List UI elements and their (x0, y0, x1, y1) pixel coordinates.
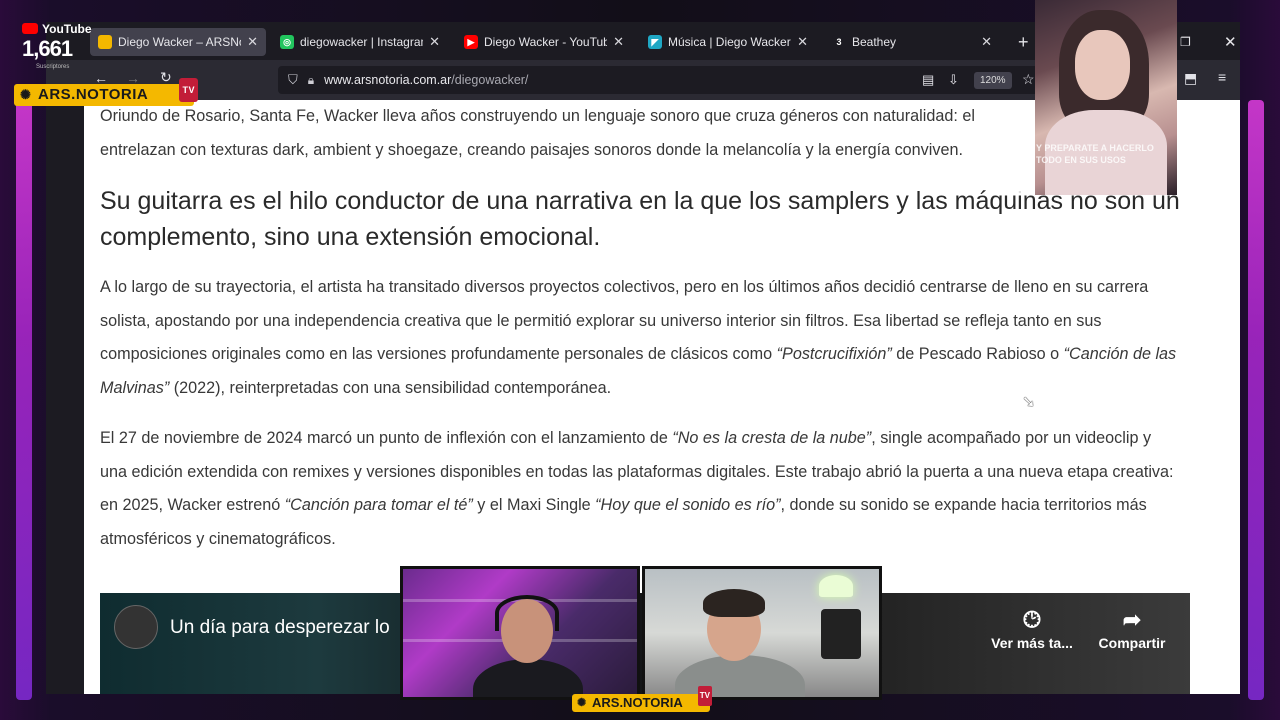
plus-icon: + (1018, 31, 1029, 52)
host-body (473, 659, 583, 697)
tab-arsnotoria[interactable]: Diego Wacker – ARSNotoria ✕ (90, 28, 266, 56)
tab-title: Música | Diego Wacker (668, 35, 791, 49)
shield-icon[interactable]: ⛉ (288, 72, 298, 88)
brand-tv: TV (697, 686, 712, 706)
song-title-te: “Canción para tomar el té” (284, 496, 473, 514)
instagram-favicon-icon: ◎ (280, 35, 294, 49)
clock-icon: 🕑︎ (1023, 607, 1041, 632)
brand-name: ARS.NOTORIA (592, 695, 683, 710)
maple-leaf-icon: ✺ (20, 87, 32, 102)
brand-name: ARS.NOTORIA (38, 86, 149, 103)
studio-monitor-speaker (821, 609, 861, 659)
youtube-favicon-icon: ▶ (464, 35, 478, 49)
url-path: /diegowacker/ (451, 73, 529, 87)
zoom-level-badge[interactable]: 120% (974, 72, 1012, 89)
tab-title: Beathey (852, 35, 897, 49)
reader-view-icon[interactable]: ▤ (922, 72, 934, 88)
close-tab-icon[interactable]: ✕ (613, 34, 624, 50)
url-text[interactable]: www.arsnotoria.com.ar/diegowacker/ (324, 73, 528, 87)
text-segment: (2022), reinterpretadas con una sensibil… (169, 378, 612, 397)
url-host: www.arsnotoria.com.ar (324, 73, 452, 87)
lamp (819, 575, 853, 597)
tab-musica[interactable]: ◤ Música | Diego Wacker ✕ (640, 28, 816, 56)
webcam-caption: Y PREPARATE A HACERLO TODO EN SUS USOS (1036, 143, 1154, 165)
close-tab-icon[interactable]: ✕ (247, 34, 258, 50)
song-title-postcrucifixion: “Postcrucifixión” (776, 345, 892, 363)
subscriber-caption: Suscriptores (36, 64, 70, 70)
tab-title: Diego Wacker - YouTube (484, 35, 608, 49)
paragraph-release: El 27 de noviembre de 2024 marcó un punt… (100, 422, 1180, 556)
tab-instagram[interactable]: ◎ diegowacker | Instagram, | ✕ (272, 28, 448, 56)
url-bar[interactable]: ⛉ 🔒︎ www.arsnotoria.com.ar/diegowacker/ … (278, 66, 1096, 94)
text-segment: El 27 de noviembre de 2024 marcó un punt… (100, 429, 673, 447)
mouse-cursor-icon: ➘ (1022, 394, 1036, 411)
musica-favicon-icon: ◤ (648, 35, 662, 49)
youtube-subscriber-widget: YouTube 1,661 Suscriptores (18, 18, 100, 70)
menu-hamburger-icon[interactable]: ≡ (1218, 69, 1226, 85)
lock-icon[interactable]: 🔒︎ (308, 73, 314, 88)
neon-light-right (1248, 100, 1264, 700)
maple-leaf-icon: ✺ (577, 697, 587, 709)
webcam-face (1075, 30, 1130, 100)
close-icon: ✕ (1224, 34, 1237, 51)
watch-later-label: Ver más ta... (991, 635, 1073, 651)
ars-notoria-logo-small: ✺ ARS.NOTORIA TV (572, 686, 712, 712)
share-arrow-icon: ➦ (1122, 607, 1142, 632)
download-page-icon[interactable]: ⇩ (948, 72, 959, 88)
brand-tv: TV (179, 78, 198, 102)
song-title-cresta: “No es la cresta de la nube” (672, 429, 872, 447)
beathey-favicon-icon: 3 (832, 35, 846, 49)
neon-light-left (16, 100, 32, 700)
tab-youtube[interactable]: ▶ Diego Wacker - YouTube ✕ (456, 28, 632, 56)
close-tab-icon[interactable]: ✕ (429, 34, 440, 50)
extensions-icon[interactable]: ⬒ (1184, 70, 1197, 87)
video-title[interactable]: Un día para desperezar lo (170, 617, 390, 639)
watch-later-button[interactable]: 🕑︎ Ver más ta... (982, 607, 1082, 651)
tab-title: Diego Wacker – ARSNotoria (118, 35, 241, 49)
tab-title: diegowacker | Instagram, | (300, 35, 423, 49)
share-label: Compartir (1098, 635, 1166, 651)
guest-webcam-artist (642, 566, 882, 700)
tab-beathey[interactable]: 3 Beathey ✕ (824, 28, 1000, 56)
ars-notoria-logo: ✺ ARS.NOTORIA TV (14, 78, 198, 106)
stream-stage: Diego Wacker – ARSNotoria ✕ ◎ diegowacke… (0, 0, 1280, 720)
song-title-rio: “Hoy que el sonido es río” (595, 496, 781, 514)
share-button[interactable]: ➦ Compartir (1092, 607, 1172, 651)
new-tab-button[interactable]: + (1010, 28, 1034, 56)
guest-webcam-host (400, 566, 640, 700)
close-window-button[interactable]: ✕ (1216, 28, 1240, 56)
subscriber-count: 1,661 (22, 36, 73, 61)
bookmark-star-icon[interactable]: ☆ (1022, 71, 1035, 88)
headphones-icon (495, 595, 559, 631)
artist-hair (703, 589, 765, 617)
text-segment: de Pescado Rabioso o (891, 345, 1064, 363)
text-segment: y el Maxi Single (472, 496, 596, 514)
youtube-logo-icon (22, 23, 38, 34)
channel-avatar[interactable] (114, 605, 158, 649)
close-tab-icon[interactable]: ✕ (981, 34, 992, 50)
close-tab-icon[interactable]: ✕ (797, 34, 808, 50)
paragraph-trajectory: A lo largo de su trayectoria, el artista… (100, 271, 1180, 405)
youtube-label: YouTube (42, 22, 92, 36)
restore-icon: ❐ (1180, 35, 1191, 49)
arsnotoria-favicon-icon (98, 35, 112, 49)
